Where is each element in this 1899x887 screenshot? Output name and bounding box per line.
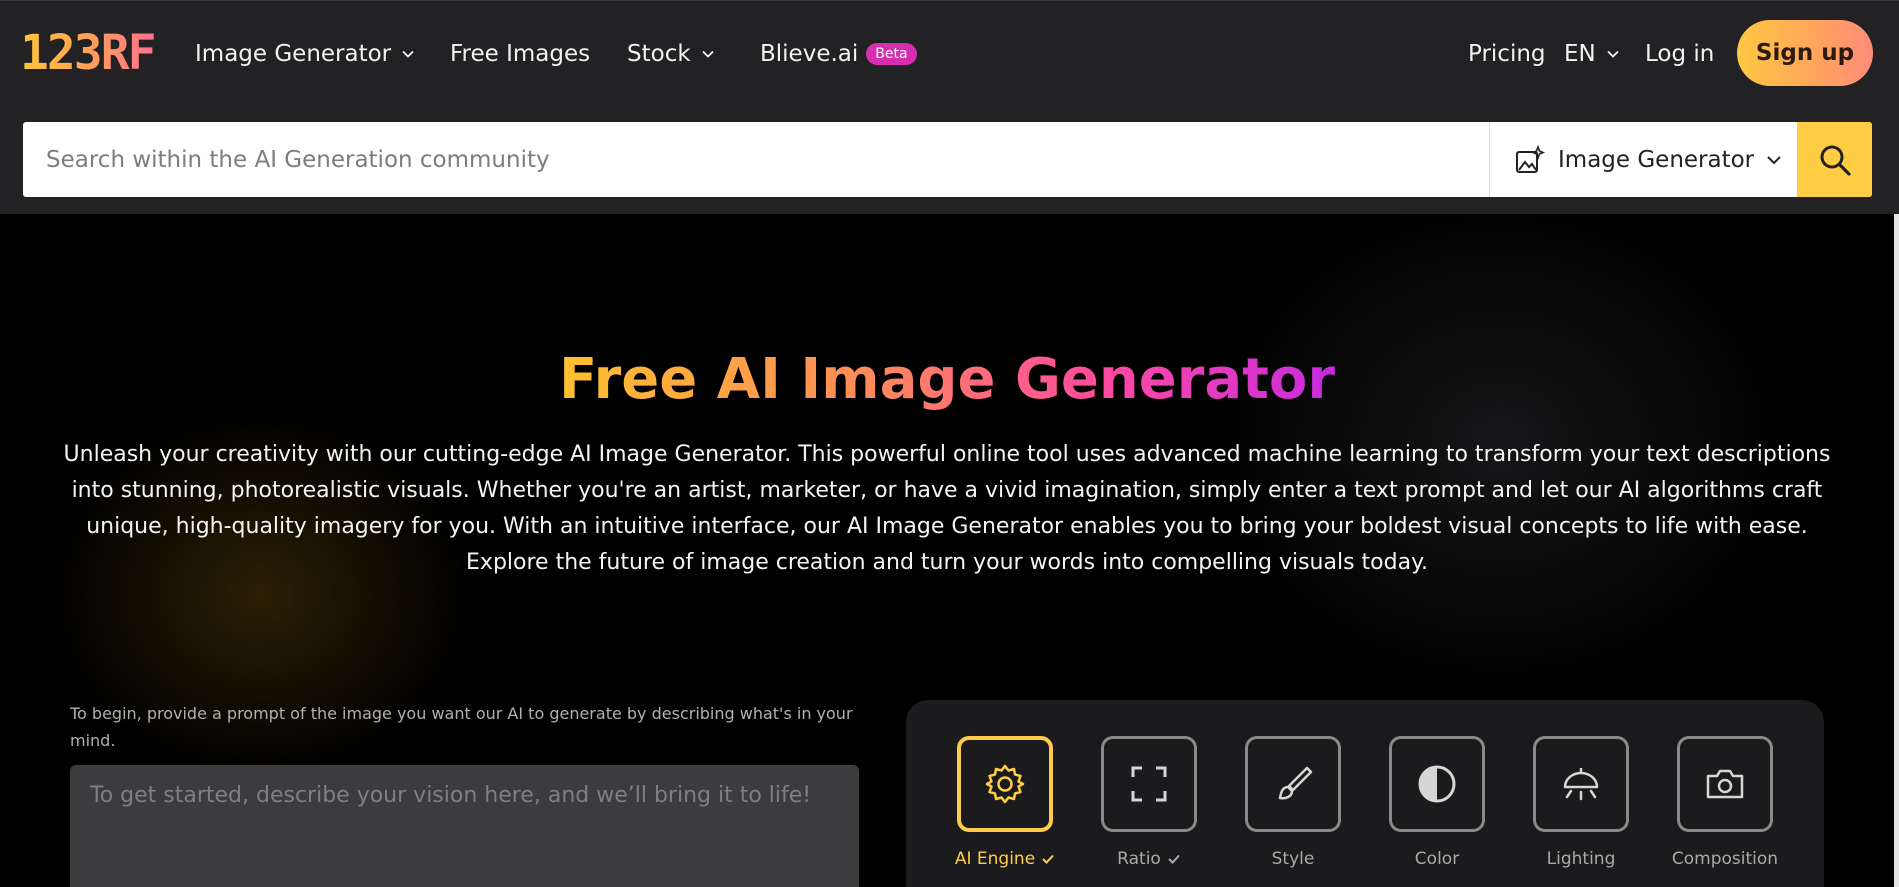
option-style-box	[1245, 736, 1341, 832]
nav-stock[interactable]: Stock	[627, 39, 715, 69]
option-ai-engine-label-row: AI Engine	[955, 848, 1055, 870]
logo[interactable]: 123RF	[20, 25, 156, 81]
option-ai-engine-label: AI Engine	[954, 849, 1036, 869]
option-lighting[interactable]: Lighting	[1509, 736, 1653, 870]
option-composition[interactable]: Composition	[1653, 736, 1797, 870]
option-ratio-box	[1101, 736, 1197, 832]
option-color-box	[1389, 736, 1485, 832]
login-link[interactable]: Log in	[1645, 39, 1714, 69]
hero-description: Unleash your creativity with our cutting…	[63, 442, 1831, 575]
option-ratio-label-row: Ratio	[1117, 848, 1181, 870]
contrast-icon	[1418, 765, 1456, 803]
option-lighting-box	[1533, 736, 1629, 832]
search-type-label: Image Generator	[1558, 146, 1755, 173]
lamp-icon	[1563, 768, 1599, 801]
language-selector[interactable]: EN	[1564, 39, 1620, 69]
nav-image-generator-label: Image Generator	[195, 41, 392, 67]
option-ratio-label: Ratio	[1117, 849, 1161, 869]
ai-image-icon	[1516, 144, 1546, 173]
nav-blieve-ai-label: Blieve.ai	[760, 41, 859, 67]
nav-image-generator[interactable]: Image Generator	[195, 39, 415, 69]
option-lighting-label-row: Lighting	[1547, 848, 1616, 870]
prompt-hint: To begin, provide a prompt of the image …	[70, 704, 853, 750]
nav-stock-label: Stock	[627, 41, 691, 67]
page-title-text: Free AI Image Generator	[558, 347, 1335, 412]
search-bar: Image Generator	[23, 122, 1872, 197]
option-style[interactable]: Style	[1221, 736, 1365, 870]
brush-icon	[1278, 766, 1313, 800]
search-type-dropdown[interactable]: Image Generator	[1514, 122, 1782, 197]
prompt-box	[70, 765, 859, 887]
option-composition-box	[1677, 736, 1773, 832]
page-scrollbar[interactable]	[1894, 214, 1899, 887]
search-input[interactable]	[23, 122, 1488, 197]
chevron-down-icon	[702, 50, 714, 58]
nav-blieve-ai[interactable]: Blieve.ai Beta	[760, 39, 917, 69]
nav-pricing-label: Pricing	[1468, 41, 1546, 67]
nav-pricing[interactable]: Pricing	[1468, 39, 1546, 69]
gear-icon	[985, 764, 1025, 804]
prompt-input[interactable]	[70, 765, 859, 887]
option-color[interactable]: Color	[1365, 736, 1509, 870]
option-ratio[interactable]: Ratio	[1077, 736, 1221, 870]
check-icon	[1168, 854, 1180, 864]
option-composition-label-row: Composition	[1672, 848, 1778, 870]
chevron-down-icon	[402, 50, 414, 58]
divider	[1489, 122, 1490, 197]
option-ai-engine[interactable]: AI Engine	[933, 736, 1077, 870]
chevron-down-icon	[1607, 50, 1619, 58]
option-style-label: Style	[1271, 849, 1315, 869]
top-navigation: 123RF Image Generator Free Images Stock …	[0, 0, 1899, 214]
chevron-down-icon	[1767, 155, 1781, 164]
page-title: Free AI Image Generator	[0, 340, 1894, 420]
expand-icon	[1131, 766, 1167, 802]
check-icon	[1042, 854, 1054, 864]
search-button[interactable]	[1797, 122, 1872, 197]
login-label: Log in	[1645, 41, 1715, 67]
camera-icon	[1706, 769, 1744, 799]
option-color-label: Color	[1414, 849, 1460, 869]
nav-free-images[interactable]: Free Images	[450, 39, 590, 69]
option-ai-engine-box	[957, 736, 1053, 832]
nav-free-images-label: Free Images	[450, 41, 591, 67]
option-color-label-row: Color	[1415, 848, 1459, 870]
option-lighting-label: Lighting	[1546, 849, 1616, 869]
signup-button[interactable]: Sign up	[1737, 20, 1873, 86]
option-composition-label: Composition	[1671, 849, 1779, 869]
language-label: EN	[1564, 41, 1596, 67]
option-style-label-row: Style	[1272, 848, 1315, 870]
beta-badge: Beta	[866, 43, 917, 65]
generation-options-panel: AI Engine Ratio Style Color Lighting Com…	[906, 700, 1824, 887]
search-icon	[1820, 145, 1851, 176]
